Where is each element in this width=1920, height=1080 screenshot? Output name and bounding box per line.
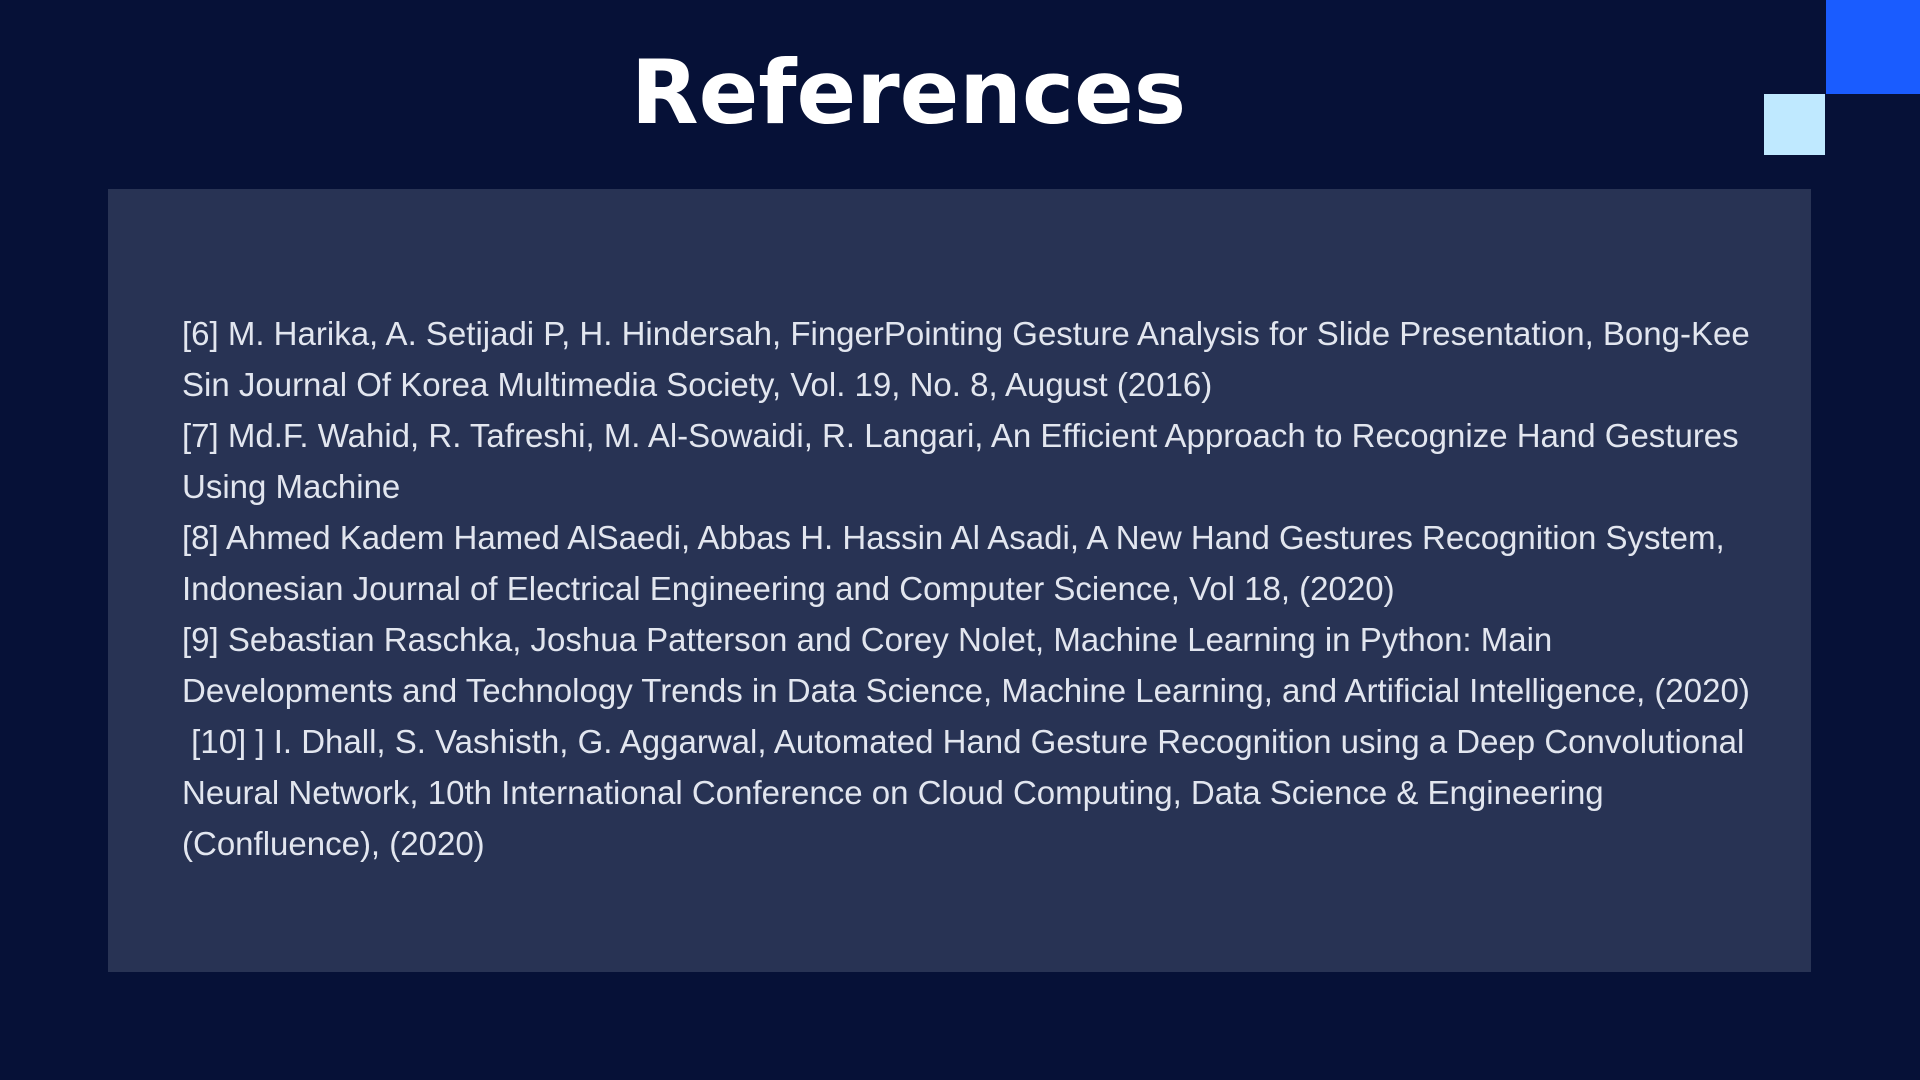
references-panel: [6] M. Harika, A. Setijadi P, H. Hinders…: [108, 189, 1811, 972]
reference-list: [6] M. Harika, A. Setijadi P, H. Hinders…: [182, 308, 1762, 869]
decorative-blue-square: [1826, 0, 1920, 94]
reference-item: [6] M. Harika, A. Setijadi P, H. Hinders…: [182, 315, 1759, 403]
reference-item: [10] ] I. Dhall, S. Vashisth, G. Aggarwa…: [182, 723, 1754, 862]
decorative-light-blue-square: [1764, 94, 1825, 155]
reference-item: [8] Ahmed Kadem Hamed AlSaedi, Abbas H. …: [182, 519, 1734, 607]
reference-item: [7] Md.F. Wahid, R. Tafreshi, M. Al-Sowa…: [182, 417, 1748, 505]
slide: References [6] M. Harika, A. Setijadi P,…: [0, 0, 1920, 1080]
reference-item: [9] Sebastian Raschka, Joshua Patterson …: [182, 621, 1750, 709]
slide-title: References: [630, 41, 1187, 144]
